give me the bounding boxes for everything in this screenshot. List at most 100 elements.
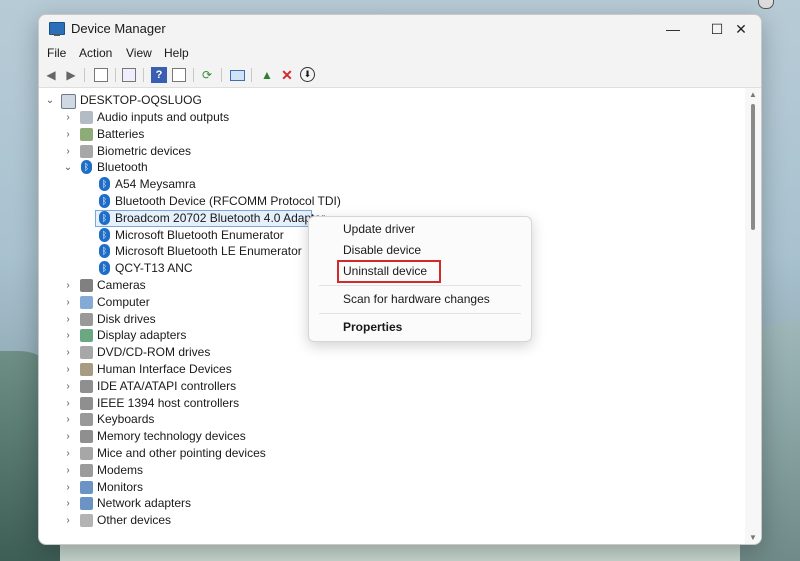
device-label: Bluetooth Device (RFCOMM Protocol TDI) bbox=[115, 194, 341, 208]
menu-file[interactable]: File bbox=[47, 46, 66, 60]
close-button[interactable]: ✕ bbox=[719, 15, 761, 43]
root-label: DESKTOP-OQSLUOG bbox=[80, 93, 202, 107]
bluetooth-icon: ᛒ bbox=[81, 160, 92, 174]
device-label: Broadcom 20702 Bluetooth 4.0 Adapter bbox=[115, 211, 326, 225]
context-update-driver[interactable]: Update driver bbox=[343, 222, 415, 236]
battery-icon bbox=[80, 128, 93, 141]
scan-icon[interactable]: ⟳ bbox=[199, 67, 215, 83]
vertical-scrollbar[interactable]: ▲ ▼ bbox=[745, 88, 761, 544]
category-label: Biometric devices bbox=[97, 144, 192, 158]
scroll-thumb[interactable] bbox=[751, 104, 755, 230]
context-separator bbox=[319, 285, 521, 286]
expand-chevron-icon[interactable]: › bbox=[63, 294, 73, 311]
category-label: Cameras bbox=[97, 278, 146, 292]
collapse-chevron-icon[interactable]: ⌄ bbox=[45, 92, 55, 109]
expand-chevron-icon[interactable]: › bbox=[63, 143, 73, 160]
category-label: Display adapters bbox=[97, 328, 187, 342]
bluetooth-icon: ᛒ bbox=[99, 211, 110, 225]
expand-chevron-icon[interactable]: › bbox=[63, 109, 73, 126]
expand-chevron-icon[interactable]: › bbox=[63, 428, 73, 445]
network-adapter-icon bbox=[80, 497, 93, 510]
collapse-chevron-icon[interactable]: ⌄ bbox=[63, 159, 73, 176]
ide-controller-icon bbox=[80, 380, 93, 393]
minimize-button[interactable]: — bbox=[651, 15, 695, 43]
bluetooth-icon: ᛒ bbox=[99, 261, 110, 275]
expand-chevron-icon[interactable]: › bbox=[63, 512, 73, 529]
toolbar-separator bbox=[193, 68, 194, 82]
expand-chevron-icon[interactable]: › bbox=[63, 479, 73, 496]
expand-chevron-icon[interactable]: › bbox=[63, 311, 73, 328]
details-icon[interactable] bbox=[171, 67, 187, 83]
monitor-icon[interactable] bbox=[229, 67, 245, 83]
context-separator bbox=[319, 313, 521, 314]
menu-bar: File Action View Help bbox=[39, 43, 761, 63]
mouse-icon bbox=[80, 447, 93, 460]
computer-icon bbox=[80, 296, 93, 309]
device-manager-icon bbox=[49, 22, 65, 36]
device-label: QCY-T13 ANC bbox=[115, 261, 193, 275]
category-label: Audio inputs and outputs bbox=[97, 110, 230, 124]
category-label: Network adapters bbox=[97, 496, 192, 510]
category-label: Disk drives bbox=[97, 312, 156, 326]
expand-chevron-icon[interactable]: › bbox=[63, 344, 73, 361]
device-label: A54 Meysamra bbox=[115, 177, 196, 191]
memory-icon bbox=[80, 430, 93, 443]
expand-chevron-icon[interactable]: › bbox=[63, 126, 73, 143]
toolbar-separator bbox=[115, 68, 116, 82]
title-bar: Device Manager — ☐ ✕ bbox=[39, 15, 761, 43]
category-label: Modems bbox=[97, 463, 144, 477]
expand-chevron-icon[interactable]: › bbox=[63, 445, 73, 462]
window-title: Device Manager bbox=[71, 21, 166, 36]
update-driver-icon[interactable]: ▲ bbox=[259, 67, 275, 83]
computer-icon bbox=[61, 94, 76, 109]
category-label: Other devices bbox=[97, 513, 172, 527]
expand-chevron-icon[interactable]: › bbox=[63, 495, 73, 512]
category-label: Memory technology devices bbox=[97, 429, 246, 443]
dvd-drive-icon bbox=[80, 346, 93, 359]
category-label: IDE ATA/ATAPI controllers bbox=[97, 379, 237, 393]
expand-chevron-icon[interactable]: › bbox=[63, 411, 73, 428]
keyboard-icon bbox=[80, 413, 93, 426]
category-label: Mice and other pointing devices bbox=[97, 446, 266, 460]
bluetooth-icon: ᛒ bbox=[99, 177, 110, 191]
category-label: Keyboards bbox=[97, 412, 155, 426]
category-label: Batteries bbox=[97, 127, 145, 141]
expand-chevron-icon[interactable]: › bbox=[63, 462, 73, 479]
speaker-icon bbox=[80, 111, 93, 124]
uninstall-icon[interactable]: ✕ bbox=[279, 67, 295, 83]
hid-icon bbox=[80, 363, 93, 376]
menu-action[interactable]: Action bbox=[79, 46, 112, 60]
expand-chevron-icon[interactable]: › bbox=[63, 361, 73, 378]
scroll-up-icon[interactable]: ▲ bbox=[748, 90, 758, 99]
modem-icon bbox=[80, 464, 93, 477]
toolbar-separator bbox=[251, 68, 252, 82]
device-label: Microsoft Bluetooth LE Enumerator bbox=[115, 244, 302, 258]
context-disable-device[interactable]: Disable device bbox=[343, 243, 421, 257]
category-label: Monitors bbox=[97, 480, 144, 494]
category-label: Bluetooth bbox=[97, 160, 148, 174]
monitor-icon bbox=[80, 481, 93, 494]
scroll-down-icon[interactable]: ▼ bbox=[748, 533, 758, 542]
menu-view[interactable]: View bbox=[126, 46, 152, 60]
display-adapter-icon bbox=[80, 329, 93, 342]
help-icon[interactable]: ? bbox=[151, 67, 167, 83]
download-icon[interactable]: ⬇ bbox=[300, 67, 315, 82]
category-label: IEEE 1394 host controllers bbox=[97, 396, 240, 410]
list-icon[interactable] bbox=[121, 67, 137, 83]
expand-chevron-icon[interactable]: › bbox=[63, 277, 73, 294]
properties-icon[interactable] bbox=[93, 67, 109, 83]
toolbar-separator bbox=[84, 68, 85, 82]
back-icon[interactable]: ◀ bbox=[43, 67, 59, 83]
bluetooth-icon: ᛒ bbox=[99, 194, 110, 208]
menu-help[interactable]: Help bbox=[164, 46, 189, 60]
bluetooth-icon: ᛒ bbox=[99, 228, 110, 242]
forward-icon[interactable]: ▶ bbox=[63, 67, 79, 83]
expand-chevron-icon[interactable]: › bbox=[63, 327, 73, 344]
other-devices-icon bbox=[80, 514, 93, 527]
toolbar-separator bbox=[221, 68, 222, 82]
context-scan-hardware[interactable]: Scan for hardware changes bbox=[343, 292, 490, 306]
expand-chevron-icon[interactable]: › bbox=[63, 395, 73, 412]
uninstall-highlight-box bbox=[337, 260, 441, 283]
expand-chevron-icon[interactable]: › bbox=[63, 378, 73, 395]
context-properties[interactable]: Properties bbox=[343, 320, 402, 334]
